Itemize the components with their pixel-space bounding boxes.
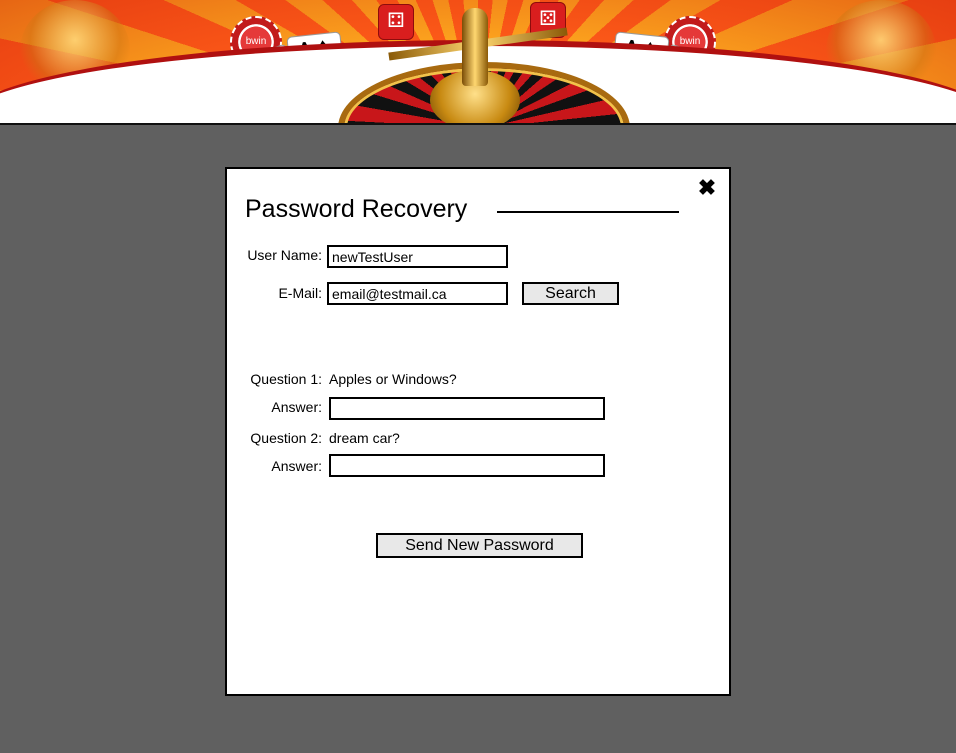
username-input[interactable] xyxy=(327,245,508,268)
question1-text: Apples or Windows? xyxy=(329,371,457,387)
question1-label: Question 1: xyxy=(250,371,322,387)
roulette-spindle xyxy=(462,8,488,86)
close-icon[interactable]: ✖ xyxy=(696,177,718,199)
casino-banner: bwin bwin K♠ A♠ A♠ K♠ ⚃ ⚄ ⚂ ⚂ xyxy=(0,0,956,125)
send-new-password-button[interactable]: Send New Password xyxy=(376,533,583,558)
answer2-input[interactable] xyxy=(329,454,605,477)
answer2-label: Answer: xyxy=(271,458,322,474)
title-divider xyxy=(497,211,679,213)
red-die-left: ⚃ xyxy=(378,4,414,40)
email-input[interactable] xyxy=(327,282,508,305)
dialog-title: Password Recovery xyxy=(245,195,468,223)
answer1-label: Answer: xyxy=(271,399,322,415)
search-button[interactable]: Search xyxy=(522,282,619,305)
username-label: User Name: xyxy=(247,247,322,263)
email-label: E-Mail: xyxy=(278,285,322,301)
answer1-input[interactable] xyxy=(329,397,605,420)
question2-text: dream car? xyxy=(329,430,400,446)
question2-label: Question 2: xyxy=(250,430,322,446)
password-recovery-dialog: ✖ Password Recovery User Name: E-Mail: S… xyxy=(225,167,731,696)
